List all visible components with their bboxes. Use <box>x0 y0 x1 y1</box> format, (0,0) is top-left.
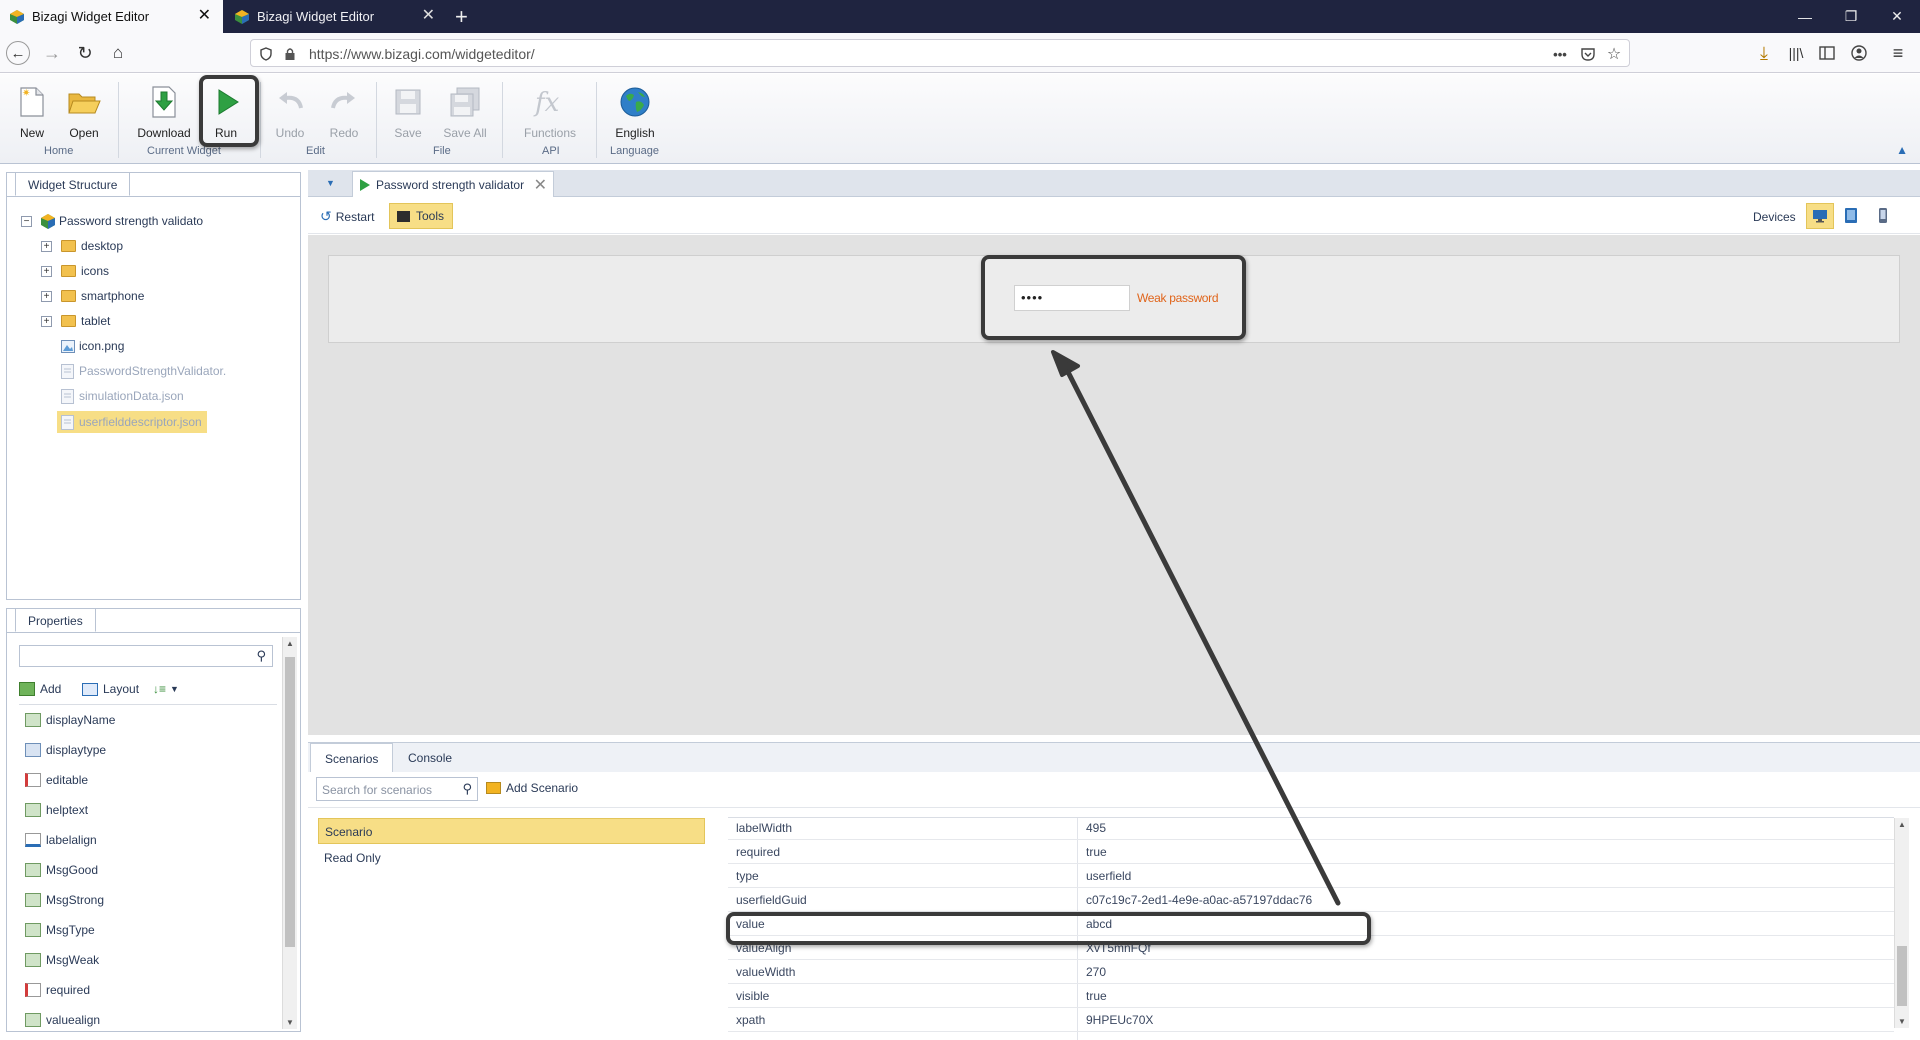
annotation-arrow <box>1051 350 1341 906</box>
